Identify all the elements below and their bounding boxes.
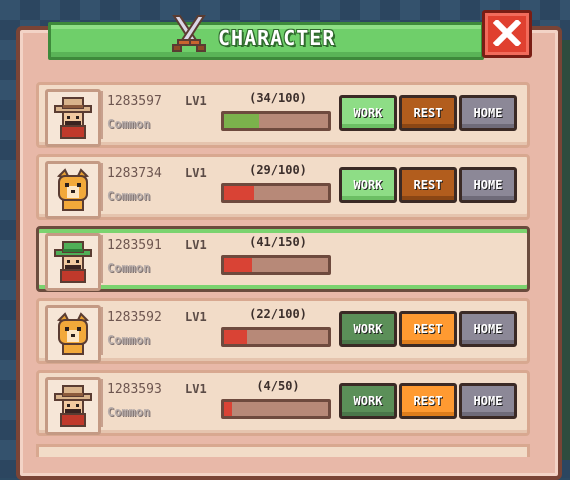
character-id: 1283592 xyxy=(107,310,162,325)
hp-text: (41/150) xyxy=(249,235,307,249)
character-id: 1283593 xyxy=(107,382,162,397)
work-button[interactable]: WORK xyxy=(339,167,397,203)
hp-bar-fill xyxy=(224,330,247,344)
work-button[interactable]: WORK xyxy=(339,95,397,131)
work-button[interactable]: WORK xyxy=(339,311,397,347)
divider xyxy=(101,163,103,211)
avatar xyxy=(45,305,101,363)
avatar xyxy=(45,233,101,291)
level-label: LV1 xyxy=(185,310,207,324)
rest-button[interactable]: REST xyxy=(399,311,457,347)
rarity-label: Common xyxy=(107,261,151,275)
character-id: 1283591 xyxy=(107,238,162,253)
divider xyxy=(101,91,103,139)
rarity-label: Common xyxy=(107,189,151,203)
hp-text: (4/50) xyxy=(256,379,300,393)
character-row[interactable]: 1283597 LV1 Common (34/100) WORK REST HOME xyxy=(36,82,530,148)
hp-bar xyxy=(221,399,331,419)
rest-button[interactable]: REST xyxy=(399,95,457,131)
avatar xyxy=(45,89,101,147)
character-row[interactable]: 1283593 LV1 Common (4/50) WORK REST HOME xyxy=(36,370,530,436)
crossed-swords-icon xyxy=(172,15,206,52)
rest-button[interactable]: REST xyxy=(399,383,457,419)
hp-bar-fill xyxy=(224,402,233,416)
rarity-label: Common xyxy=(107,117,151,131)
level-label: LV1 xyxy=(185,238,207,252)
hp-bar xyxy=(221,327,331,347)
home-button[interactable]: HOME xyxy=(459,95,517,131)
close-button[interactable] xyxy=(482,10,532,58)
hp-text: (29/100) xyxy=(249,163,307,177)
list-item-partial xyxy=(36,444,530,457)
hp-bar-fill xyxy=(224,258,253,272)
level-label: LV1 xyxy=(185,382,207,396)
hp-bar xyxy=(221,111,331,131)
home-button[interactable]: HOME xyxy=(459,311,517,347)
close-icon xyxy=(493,20,521,46)
character-id: 1283734 xyxy=(107,166,162,181)
avatar xyxy=(45,377,101,435)
divider xyxy=(101,235,103,283)
divider xyxy=(101,379,103,427)
home-button[interactable]: HOME xyxy=(459,383,517,419)
hp-text: (22/100) xyxy=(249,307,307,321)
rarity-label: Common xyxy=(107,333,151,347)
hp-text: (34/100) xyxy=(249,91,307,105)
hp-bar xyxy=(221,255,331,275)
hp-bar xyxy=(221,183,331,203)
page-title: CHARACTER xyxy=(218,26,336,50)
character-id: 1283597 xyxy=(107,94,162,109)
hp-bar-fill xyxy=(224,186,255,200)
home-button[interactable]: HOME xyxy=(459,167,517,203)
character-row[interactable]: 1283591 LV1 Common (41/150) xyxy=(36,226,530,292)
divider xyxy=(101,307,103,355)
character-row[interactable]: 1283734 LV1 Common (29/100) WORK REST HOME xyxy=(36,154,530,220)
character-row[interactable]: 1283592 LV1 Common (22/100) WORK REST HOME xyxy=(36,298,530,364)
avatar xyxy=(45,161,101,219)
rarity-label: Common xyxy=(107,405,151,419)
work-button[interactable]: WORK xyxy=(339,383,397,419)
rest-button[interactable]: REST xyxy=(399,167,457,203)
hp-bar-fill xyxy=(224,114,260,128)
level-label: LV1 xyxy=(185,94,207,108)
level-label: LV1 xyxy=(185,166,207,180)
